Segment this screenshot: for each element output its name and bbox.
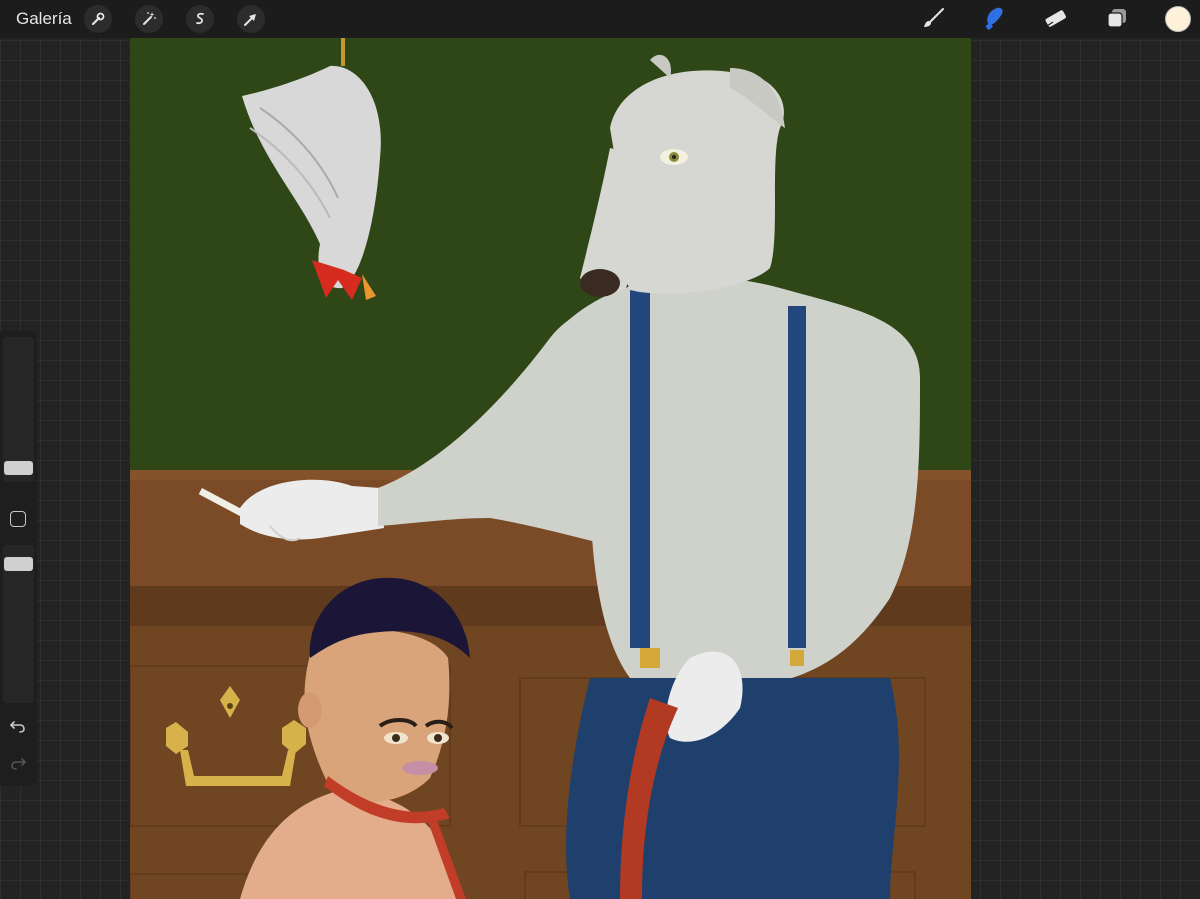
brush-button[interactable] xyxy=(917,3,949,35)
opacity-thumb[interactable] xyxy=(4,557,33,571)
opacity-slider[interactable] xyxy=(3,545,34,703)
right-suspender xyxy=(788,306,806,648)
top-toolbar: Galería xyxy=(0,0,1200,38)
left-suspender xyxy=(630,278,650,648)
eraser-button[interactable] xyxy=(1039,3,1071,35)
redo-icon[interactable] xyxy=(8,753,28,773)
transform-button[interactable] xyxy=(237,5,265,33)
smudge-button[interactable] xyxy=(977,3,1009,35)
magic-wand-icon xyxy=(143,12,156,25)
dog-nose xyxy=(580,269,620,297)
layers-button[interactable] xyxy=(1101,3,1133,35)
layers-icon xyxy=(1107,9,1126,28)
undo-icon[interactable] xyxy=(8,716,28,736)
gallery-button[interactable]: Galería xyxy=(16,9,72,29)
color-swatch-button[interactable] xyxy=(1165,6,1191,32)
brush-size-thumb[interactable] xyxy=(4,461,33,475)
wrench-icon xyxy=(91,12,105,26)
actions-button[interactable] xyxy=(84,5,112,33)
selection-icon xyxy=(196,12,204,25)
left-sidebar xyxy=(0,331,37,786)
brush-size-slider[interactable] xyxy=(3,337,34,482)
adjustments-button[interactable] xyxy=(135,5,163,33)
drawing-canvas[interactable] xyxy=(130,38,971,899)
modify-button-icon[interactable] xyxy=(10,511,26,527)
transform-arrow-icon xyxy=(244,14,256,26)
artwork-painting xyxy=(130,38,971,899)
smudge-icon xyxy=(985,7,1003,30)
selection-button[interactable] xyxy=(186,5,214,33)
brush-icon xyxy=(924,8,944,27)
eraser-icon xyxy=(1045,10,1066,27)
boy-face xyxy=(304,629,450,802)
